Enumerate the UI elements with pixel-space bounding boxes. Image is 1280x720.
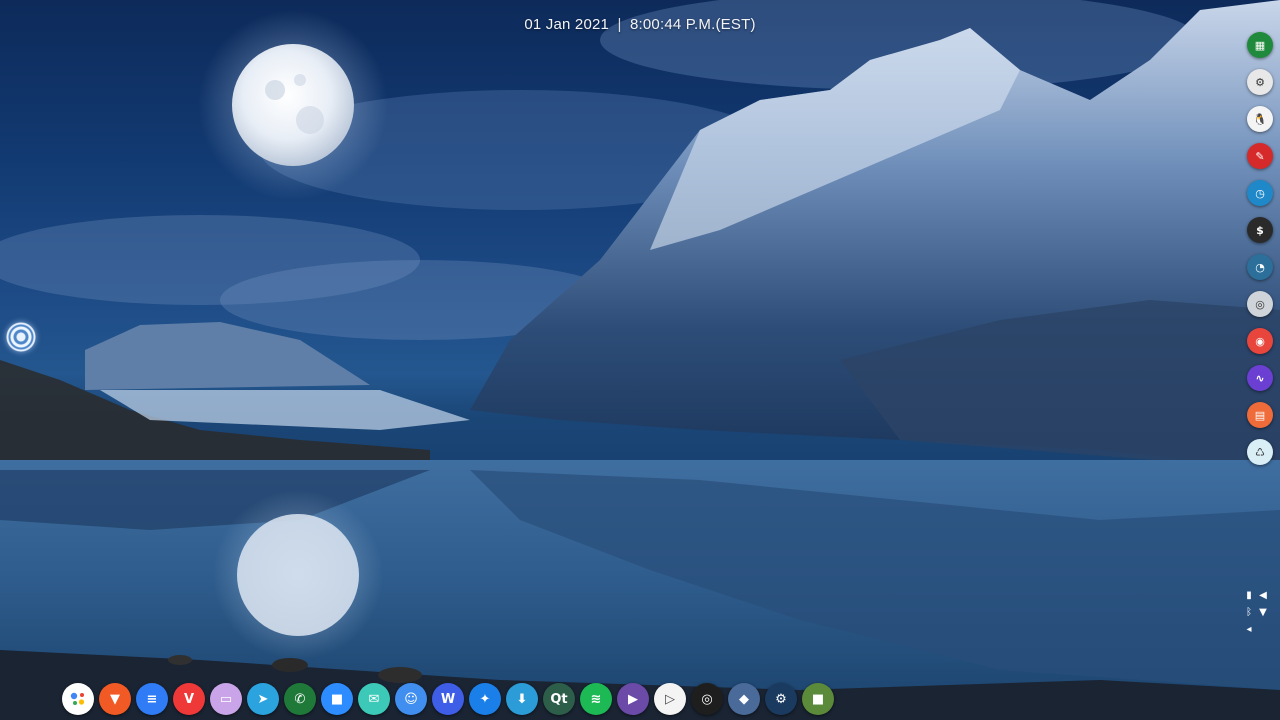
desktop: 01 Jan 2021 | 8:00:44 P.M.(EST) ▦ ⚙ 🐧 ✎ ◷ $ ◔ ◎…: [0, 0, 1280, 720]
vivaldi-browser-icon[interactable]: V: [173, 683, 205, 715]
clock-date: 01 Jan 2021: [524, 16, 610, 33]
app-store-icon[interactable]: ⬇: [506, 683, 538, 715]
messaging-icon[interactable]: ◎: [1247, 291, 1273, 317]
settings-icon[interactable]: ⚙: [1247, 69, 1273, 95]
spotify-icon[interactable]: ≋: [580, 683, 612, 715]
clock-app-icon[interactable]: ◷: [1247, 180, 1273, 206]
brave-browser-icon[interactable]: ▼: [99, 683, 131, 715]
tray-expand-icon[interactable]: ◂: [1242, 624, 1256, 635]
mail-icon[interactable]: ✉: [358, 683, 390, 715]
side-dock: ▦ ⚙ 🐧 ✎ ◷ $ ◔ ◎ ◉ ∿ ▤ ♺: [1246, 32, 1274, 465]
trash-icon[interactable]: ♺: [1247, 439, 1273, 465]
chrome-browser-icon[interactable]: ◉: [1247, 328, 1273, 354]
qt-creator-icon[interactable]: Qt: [543, 683, 575, 715]
clock-time: 8:00:44 P.M.(EST): [629, 16, 756, 33]
audio-wave-icon[interactable]: ∿: [1247, 365, 1273, 391]
system-tray: ▮ ◀ ᛒ ▼ ◂: [1242, 590, 1270, 635]
messages-icon[interactable]: ≡: [136, 683, 168, 715]
cpu-monitor-icon[interactable]: ▦: [1247, 32, 1273, 58]
terminal-icon[interactable]: $: [1247, 217, 1273, 243]
nfs-folder-icon[interactable]: ▤: [1247, 402, 1273, 428]
zoom-icon[interactable]: ■: [321, 683, 353, 715]
volume-icon[interactable]: ◀: [1256, 590, 1270, 601]
linux-penguin-icon[interactable]: 🐧: [1247, 106, 1273, 132]
bluetooth-icon[interactable]: ᛒ: [1242, 607, 1256, 618]
wallpaper: [0, 0, 1280, 720]
system-speed-icon[interactable]: ◔: [1247, 254, 1273, 280]
app-launcher-icon[interactable]: [6, 322, 36, 352]
play-button-icon[interactable]: ▷: [654, 683, 686, 715]
media-player-icon[interactable]: ▶: [617, 683, 649, 715]
clock-separator: |: [617, 16, 622, 33]
disk-utility-icon[interactable]: ▭: [210, 683, 242, 715]
wifi-icon[interactable]: ▼: [1256, 607, 1270, 618]
whatsapp-icon[interactable]: ✆: [284, 683, 316, 715]
obs-studio-icon[interactable]: ◎: [691, 683, 723, 715]
minecraft-icon[interactable]: ■: [802, 683, 834, 715]
wps-office-icon[interactable]: W: [432, 683, 464, 715]
audio-editor-icon[interactable]: ◆: [728, 683, 760, 715]
file-manager-icon[interactable]: ☺: [395, 683, 427, 715]
clock[interactable]: 01 Jan 2021 | 8:00:44 P.M.(EST): [0, 16, 1280, 33]
clipboard-icon[interactable]: ▮: [1242, 590, 1256, 601]
text-editor-icon[interactable]: ✎: [1247, 143, 1273, 169]
bottom-dock: ▼ ≡ V ▭ ➤ ✆ ■ ✉ ☺ W ✦ ⬇ Qt ≋ ▶ ▷ ◎ ◆ ⚙ ■: [62, 681, 834, 717]
telegram-icon[interactable]: ➤: [247, 683, 279, 715]
steam-icon[interactable]: ⚙: [765, 683, 797, 715]
telescope-icon[interactable]: ✦: [469, 683, 501, 715]
google-assistant-icon[interactable]: [62, 683, 94, 715]
